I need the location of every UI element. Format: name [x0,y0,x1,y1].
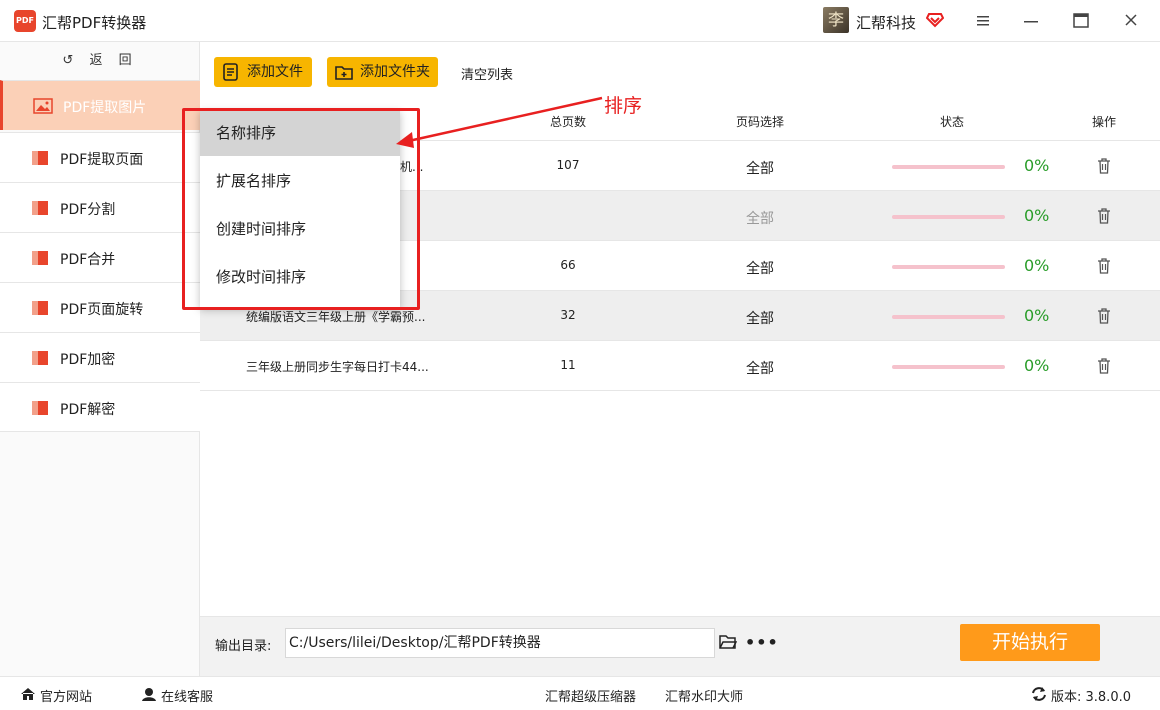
folder-open-icon[interactable] [719,634,737,650]
support-link[interactable]: 在线客服 [161,686,213,705]
sidebar-item-split[interactable]: PDF分割 [0,182,200,232]
clear-list-button[interactable]: 清空列表 [461,64,513,83]
trash-icon[interactable] [1097,358,1111,374]
sidebar-item-merge[interactable]: PDF合并 [0,232,200,282]
app-title: 汇帮PDF转换器 [42,14,147,32]
support-agent-icon [142,688,156,701]
progress-percent: 0% [1024,356,1050,375]
back-arrow-icon: ↺ [62,53,80,68]
footer: 官方网站 在线客服 汇帮超级压缩器 汇帮水印大师 版本: 3.8.0.0 [0,676,1160,710]
progress-bar [892,165,1005,169]
minimize-icon[interactable] [1018,9,1044,33]
vip-diamond-icon[interactable] [926,10,944,28]
add-folder-label: 添加文件夹 [360,64,430,80]
add-file-button[interactable]: 添加文件 [214,57,312,87]
trash-icon[interactable] [1097,258,1111,274]
progress-percent: 0% [1024,156,1050,175]
trash-icon[interactable] [1097,208,1111,224]
trash-icon[interactable] [1097,158,1111,174]
header-action: 操作 [1092,115,1117,129]
page-count: 32 [560,308,576,322]
sidebar-item-label: PDF解密 [60,402,116,418]
sidebar-item-label: PDF加密 [60,352,116,368]
sidebar-item-label: PDF提取图片 [63,100,147,116]
pdf-file-icon [32,401,48,415]
output-dir-input[interactable]: C:/Users/lilei/Desktop/汇帮PDF转换器 [285,628,715,658]
progress-percent: 0% [1024,256,1050,275]
output-dir-label: 输出目录: [215,639,272,654]
header-status: 状态 [940,115,965,129]
file-name: 统编版语文三年级上册《学霸预... [246,310,426,324]
progress-bar [892,365,1005,369]
page-range-select[interactable]: 全部 [740,158,780,178]
trash-icon[interactable] [1097,308,1111,324]
page-range-select[interactable]: 全部 [740,358,780,378]
progress-bar [892,315,1005,319]
version-label: 版本: 3.8.0.0 [1051,690,1131,705]
annotation-highlight-box [182,108,420,310]
add-folder-icon [335,66,353,80]
pdf-file-icon [32,201,48,215]
progress-bar [892,265,1005,269]
sidebar: ↺ 返 回 PDF提取图片 PDF提取页面 PDF分割 PDF合并 PDF页面旋… [0,42,200,676]
sidebar-item-rotate[interactable]: PDF页面旋转 [0,282,200,332]
close-icon[interactable] [1118,9,1144,33]
add-file-icon [223,63,238,81]
website-link[interactable]: 官方网站 [40,686,92,705]
annotation-arrow-icon [396,96,603,148]
annotation-label: 排序 [604,95,643,117]
start-button[interactable]: 开始执行 [960,624,1100,661]
sidebar-item-label: PDF分割 [60,202,116,218]
pdf-file-icon [32,251,48,265]
output-bar: 输出目录: C:/Users/lilei/Desktop/汇帮PDF转换器 ••… [200,616,1160,676]
progress-percent: 0% [1024,206,1050,225]
toolbar: 添加文件 添加文件夹 清空列表 [200,42,1160,98]
sidebar-item-decrypt[interactable]: PDF解密 [0,382,200,432]
pdf-file-icon [32,151,48,165]
home-icon [21,688,35,700]
page-range-select[interactable]: 全部 [740,258,780,278]
page-count: 66 [560,258,576,272]
title-bar: PDF 汇帮PDF转换器 李 汇帮科技 [0,0,1160,42]
maximize-icon[interactable] [1068,9,1094,33]
menu-icon[interactable] [970,9,996,33]
back-label: 返 回 [89,53,138,68]
add-file-label: 添加文件 [247,64,303,80]
image-icon [33,98,53,114]
back-button[interactable]: ↺ 返 回 [0,42,200,80]
pdf-file-icon [32,301,48,315]
page-range-select[interactable]: 全部 [740,208,780,228]
sidebar-item-label: PDF合并 [60,252,116,268]
table-row[interactable]: 三年级上册同步生字每日打卡44... 11 全部 0% [200,341,1160,391]
add-folder-button[interactable]: 添加文件夹 [327,57,438,87]
sidebar-item-extract-pages[interactable]: PDF提取页面 [0,132,200,182]
app-logo-icon: PDF [14,10,36,32]
progress-bar [892,215,1005,219]
header-range: 页码选择 [736,115,785,129]
brand-name[interactable]: 汇帮科技 [856,12,916,33]
sidebar-item-encrypt[interactable]: PDF加密 [0,332,200,382]
sidebar-item-label: PDF页面旋转 [60,302,144,318]
page-range-select[interactable]: 全部 [740,308,780,328]
user-avatar[interactable]: 李 [823,7,849,33]
page-count: 11 [560,358,576,372]
sidebar-item-extract-images[interactable]: PDF提取图片 [0,80,200,130]
sidebar-item-label: PDF提取页面 [60,152,144,168]
progress-percent: 0% [1024,306,1050,325]
more-options-icon[interactable]: ••• [745,633,779,652]
watermark-link[interactable]: 汇帮水印大师 [665,686,743,705]
refresh-icon[interactable] [1031,686,1047,702]
file-name: 三年级上册同步生字每日打卡44... [246,360,429,374]
pdf-file-icon [32,351,48,365]
compressor-link[interactable]: 汇帮超级压缩器 [545,686,636,705]
